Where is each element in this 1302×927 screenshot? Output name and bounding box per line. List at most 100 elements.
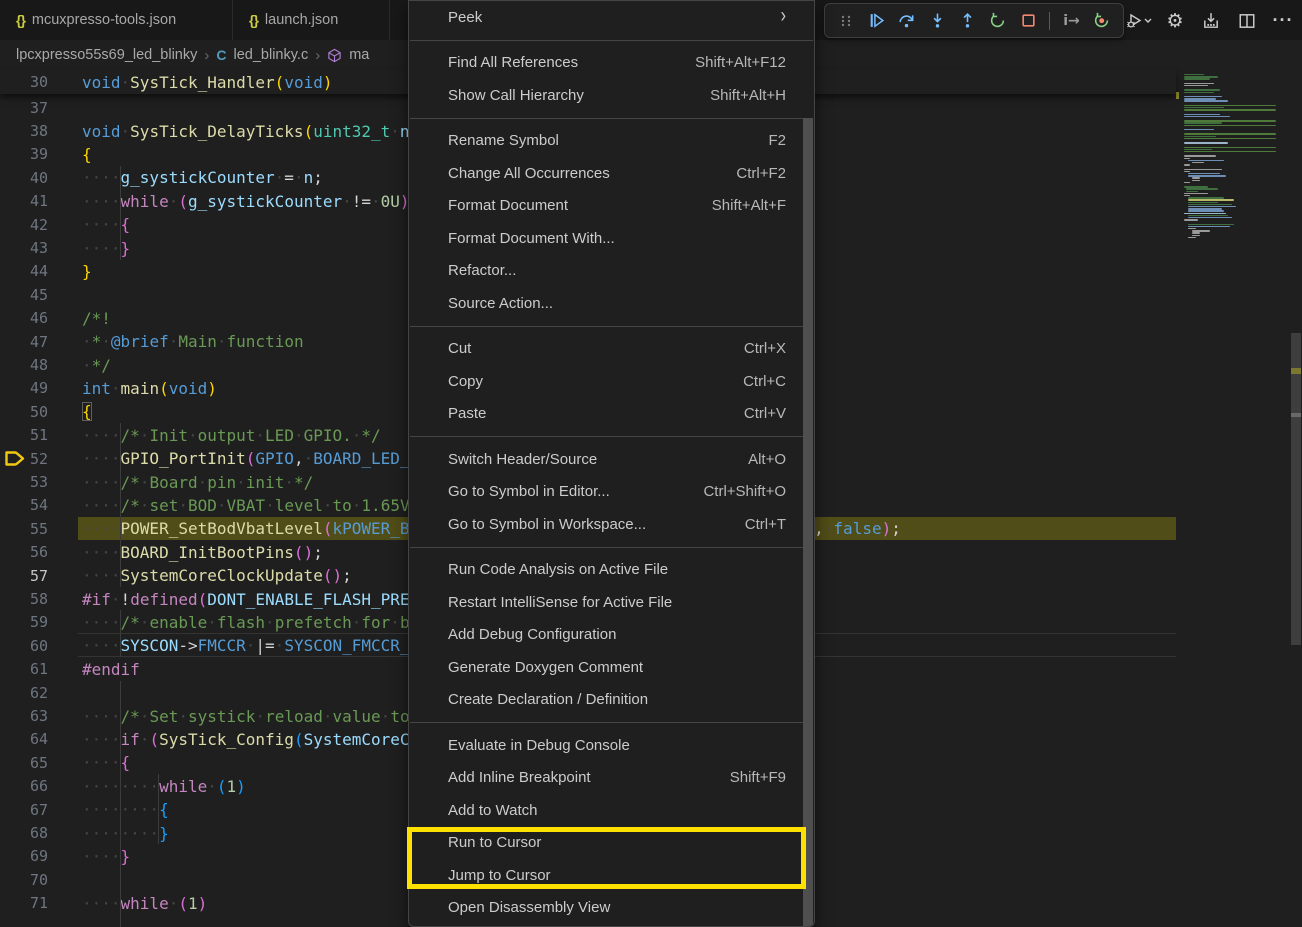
menu-item-jump-to-cursor[interactable]: Jump to Cursor xyxy=(409,859,814,892)
line-number[interactable]: 56 xyxy=(0,543,48,561)
menu-item-add-inline-breakpoint[interactable]: Add Inline BreakpointShift+F9 xyxy=(409,762,814,795)
menu-item-source-action[interactable]: Source Action... xyxy=(409,287,814,320)
menu-item-label: Cut xyxy=(448,340,744,357)
instruction-step-icon[interactable]: i→ xyxy=(1058,7,1084,35)
line-number[interactable]: 43 xyxy=(0,239,48,257)
reset-device-icon[interactable] xyxy=(1089,7,1115,35)
minimap-line xyxy=(1188,237,1196,238)
line-number[interactable]: 45 xyxy=(0,286,48,304)
continue-icon[interactable] xyxy=(863,7,889,35)
run-or-debug-icon[interactable] xyxy=(1124,6,1154,36)
context-menu-scrollbar-thumb[interactable] xyxy=(803,118,813,927)
minimap-line xyxy=(1184,155,1216,156)
line-number[interactable]: 69 xyxy=(0,847,48,865)
indent-guide xyxy=(120,681,121,927)
menu-item-rename-symbol[interactable]: Rename SymbolF2 xyxy=(409,125,814,158)
line-number[interactable]: 39 xyxy=(0,145,48,163)
minimap-line xyxy=(1192,177,1200,178)
menu-item-add-to-watch[interactable]: Add to Watch xyxy=(409,794,814,827)
scrollbar-thumb[interactable] xyxy=(1291,333,1301,645)
line-number[interactable]: 53 xyxy=(0,473,48,491)
menu-item-format-document[interactable]: Format DocumentShift+Alt+F xyxy=(409,190,814,223)
line-number[interactable]: 61 xyxy=(0,660,48,678)
line-number[interactable]: 40 xyxy=(0,169,48,187)
menu-item-run-to-cursor[interactable]: Run to Cursor xyxy=(409,827,814,860)
breadcrumb-file[interactable]: led_blinky.c xyxy=(234,47,309,63)
line-number[interactable]: 49 xyxy=(0,379,48,397)
minimap-line xyxy=(1184,151,1276,152)
menu-item-change-all-occurrences[interactable]: Change All OccurrencesCtrl+F2 xyxy=(409,157,814,190)
line-number[interactable]: 46 xyxy=(0,309,48,327)
line-number[interactable]: 38 xyxy=(0,122,48,140)
menu-item-go-to-symbol-in-workspace[interactable]: Go to Symbol in Workspace...Ctrl+T xyxy=(409,508,814,541)
menu-item-add-debug-configuration[interactable]: Add Debug Configuration xyxy=(409,619,814,652)
code-text: ····/*·Init·output·LED·GPIO.·*/ xyxy=(82,426,381,445)
minimap-line xyxy=(1188,160,1224,161)
minimap-line xyxy=(1184,100,1228,101)
menu-item-copy[interactable]: CopyCtrl+C xyxy=(409,365,814,398)
line-number[interactable]: 37 xyxy=(0,99,48,117)
split-editor-icon[interactable] xyxy=(1232,6,1262,36)
line-number[interactable]: 55 xyxy=(0,520,48,538)
tab-label: mcuxpresso-tools.json xyxy=(32,12,176,28)
line-number[interactable]: 50 xyxy=(0,403,48,421)
minimap-line xyxy=(1188,226,1230,227)
more-actions-icon[interactable]: ··· xyxy=(1268,6,1298,36)
minimap-line xyxy=(1184,96,1222,97)
menu-item-create-declaration-definition[interactable]: Create Declaration / Definition xyxy=(409,684,814,717)
minimap-line xyxy=(1188,228,1196,229)
step-into-icon[interactable] xyxy=(924,7,950,35)
menu-item-peek[interactable]: Peek› xyxy=(409,1,814,34)
line-number[interactable]: 71 xyxy=(0,894,48,912)
breadcrumb-project[interactable]: lpcxpresso55s69_led_blinky xyxy=(16,47,197,63)
stop-icon[interactable] xyxy=(1015,7,1041,35)
restart-icon[interactable] xyxy=(985,7,1011,35)
minimap[interactable] xyxy=(1176,72,1290,927)
tab-launch-json[interactable]: {} launch.json xyxy=(233,0,390,40)
step-out-icon[interactable] xyxy=(954,7,980,35)
line-number[interactable]: 60 xyxy=(0,637,48,655)
line-number[interactable]: 54 xyxy=(0,496,48,514)
menu-item-open-disassembly-view[interactable]: Open Disassembly View xyxy=(409,892,814,925)
menu-item-show-call-hierarchy[interactable]: Show Call HierarchyShift+Alt+H xyxy=(409,79,814,112)
menu-item-label: Add to Watch xyxy=(448,802,786,819)
debug-current-statement-arrow-icon[interactable] xyxy=(4,450,28,467)
line-number[interactable]: 51 xyxy=(0,426,48,444)
line-number[interactable]: 65 xyxy=(0,754,48,772)
line-number[interactable]: 67 xyxy=(0,801,48,819)
line-number[interactable]: 64 xyxy=(0,730,48,748)
menu-item-shortcut: Ctrl+F2 xyxy=(736,165,786,182)
menu-item-cut[interactable]: CutCtrl+X xyxy=(409,333,814,366)
breadcrumb-symbol[interactable]: ma xyxy=(349,47,369,63)
line-number[interactable]: 47 xyxy=(0,333,48,351)
line-number[interactable]: 70 xyxy=(0,871,48,889)
line-number[interactable]: 41 xyxy=(0,192,48,210)
editor-scrollbar[interactable] xyxy=(1290,70,1302,927)
menu-item-run-code-analysis-on-active-file[interactable]: Run Code Analysis on Active File xyxy=(409,554,814,587)
line-number[interactable]: 48 xyxy=(0,356,48,374)
line-number[interactable]: 44 xyxy=(0,262,48,280)
menu-item-switch-header-source[interactable]: Switch Header/SourceAlt+O xyxy=(409,443,814,476)
minimap-line xyxy=(1184,105,1276,106)
menu-item-format-document-with[interactable]: Format Document With... xyxy=(409,222,814,255)
menu-item-generate-doxygen-comment[interactable]: Generate Doxygen Comment xyxy=(409,651,814,684)
menu-item-restart-intellisense-for-active-file[interactable]: Restart IntelliSense for Active File xyxy=(409,586,814,619)
line-number[interactable]: 63 xyxy=(0,707,48,725)
line-number[interactable]: 66 xyxy=(0,777,48,795)
menu-item-refactor[interactable]: Refactor... xyxy=(409,255,814,288)
drag-grip-icon[interactable] xyxy=(833,7,859,35)
menu-item-go-to-symbol-in-editor[interactable]: Go to Symbol in Editor...Ctrl+Shift+O xyxy=(409,476,814,509)
step-over-icon[interactable] xyxy=(894,7,920,35)
line-number[interactable]: 58 xyxy=(0,590,48,608)
line-number[interactable]: 59 xyxy=(0,613,48,631)
line-number[interactable]: 62 xyxy=(0,684,48,702)
tab-mcuxpresso-tools-json[interactable]: {} mcuxpresso-tools.json xyxy=(0,0,233,40)
menu-item-evaluate-in-debug-console[interactable]: Evaluate in Debug Console xyxy=(409,729,814,762)
flash-download-icon[interactable] xyxy=(1196,6,1226,36)
menu-item-paste[interactable]: PasteCtrl+V xyxy=(409,398,814,431)
menu-item-find-all-references[interactable]: Find All ReferencesShift+Alt+F12 xyxy=(409,47,814,80)
line-number[interactable]: 42 xyxy=(0,216,48,234)
settings-gear-icon[interactable]: ⚙ xyxy=(1160,6,1190,36)
line-number[interactable]: 68 xyxy=(0,824,48,842)
line-number[interactable]: 57 xyxy=(0,567,48,585)
